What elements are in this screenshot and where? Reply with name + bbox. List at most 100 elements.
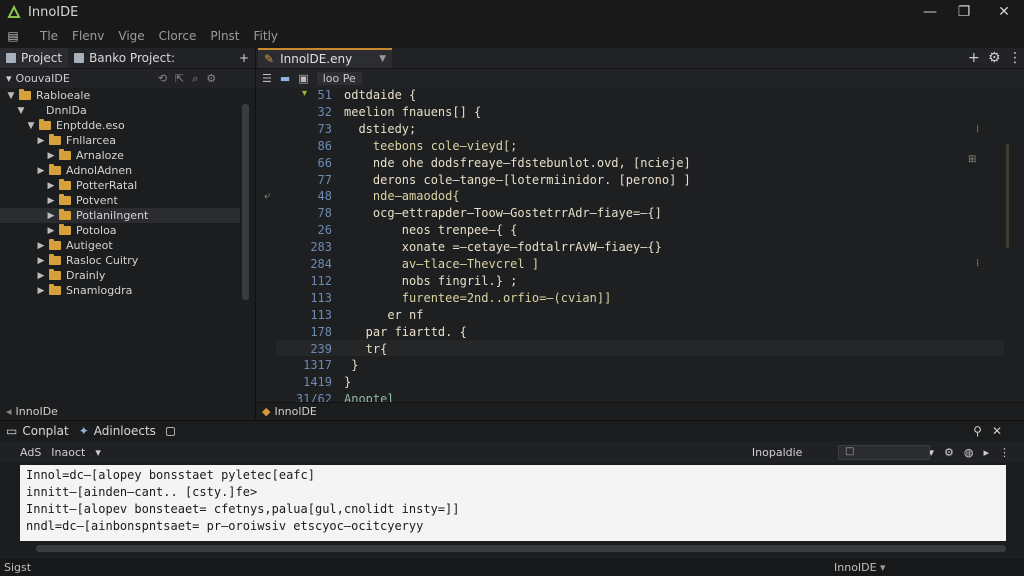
expand-arrow-icon[interactable]: ▶ (46, 181, 56, 191)
list-icon[interactable]: ☰ (262, 72, 272, 85)
tree-item[interactable]: ▶ Autigeot (0, 238, 240, 253)
expand-arrow-icon[interactable]: ▶ (36, 271, 46, 281)
tree-item[interactable]: ▶ AdnolAdnen (0, 163, 240, 178)
code-line[interactable]: odtdaide { (344, 88, 416, 102)
tree-vertical-scrollbar[interactable] (242, 104, 249, 300)
editor-tab[interactable]: ✎ InnolDE.eny ▼ (258, 48, 392, 68)
tree-item[interactable]: ▶ Potoloa (0, 223, 240, 238)
settings-icon[interactable]: ⚙ (944, 446, 954, 459)
add-icon[interactable]: + (968, 48, 980, 68)
expand-arrow-icon[interactable]: ▶ (36, 286, 46, 296)
menu-item[interactable]: Fitly (254, 29, 279, 43)
code-area[interactable]: odtdaide { meelion fnauens[] { dstiedy; t… (344, 88, 984, 406)
menu-item[interactable]: Tle (40, 29, 58, 43)
app-menu-icon[interactable]: ▤ (0, 24, 26, 48)
expand-arrow-icon[interactable]: ▶ (36, 241, 46, 251)
collapse-icon[interactable]: ⇱ (175, 72, 184, 85)
chevron-down-icon[interactable]: ▼ (379, 54, 386, 64)
tab-console[interactable]: ▭ Conplat (6, 424, 69, 438)
console-line[interactable]: Innol=dc—[alopey bonsstaet pyletec[eafc] (26, 467, 1000, 484)
expand-arrow-icon[interactable]: ▶ (36, 256, 46, 266)
console-filter-input[interactable]: □ (838, 445, 930, 460)
tree-item[interactable]: ▼ DnnlDa (0, 103, 240, 118)
tree-item[interactable]: ▶ PotterRatal (0, 178, 240, 193)
code-line[interactable]: neos trenpee—{ { (344, 223, 518, 237)
tree-item[interactable]: ▶ Drainly (0, 268, 240, 283)
menu-item[interactable]: Plnst (210, 29, 239, 43)
more-icon[interactable]: ⋮ (1008, 48, 1022, 68)
gear-icon[interactable]: ⚙ (988, 48, 1001, 68)
tree-item[interactable]: ▶ Arnaloze (0, 148, 240, 163)
console-mode-label[interactable]: Inopaldie (752, 446, 803, 459)
menu-item[interactable]: Clorce (159, 29, 197, 43)
settings-icon[interactable]: ⚙ (206, 72, 216, 85)
expand-arrow-icon[interactable]: ▼ (6, 91, 16, 101)
code-line[interactable]: nde ohe dodsfreaye—fdstebunlot.ovd, [nci… (344, 156, 691, 170)
code-line[interactable]: xonate =—cetaye—fodtalrrAvW—fiaey—{} (344, 240, 662, 254)
code-line[interactable]: furentee=2nd..orfio=—(cvian]] (344, 291, 612, 305)
tree-item[interactable]: ▼ Enptdde.eso (0, 118, 240, 133)
tree-item[interactable]: ▶ Rasloc Cuitry (0, 253, 240, 268)
tree-item[interactable]: ▼ Rabloeale (0, 88, 240, 103)
chevron-right-icon[interactable]: ▸ (983, 446, 989, 459)
tree-item[interactable]: ▶ PotlaniIngent (0, 208, 240, 223)
tab-adinloects[interactable]: ✦ Adinloects (79, 424, 156, 438)
line-number: 112 (310, 273, 332, 288)
console-line[interactable]: Innitt—[alopev bonsteaet= cfetnys,palua[… (26, 501, 1000, 518)
console-horizontal-scrollbar[interactable] (36, 545, 1006, 552)
close-panel-icon[interactable]: ✕ (992, 424, 1002, 438)
chevron-down-icon[interactable]: ▾ (95, 446, 101, 459)
sync-icon[interactable]: ⟲ (158, 72, 167, 85)
code-line[interactable]: nobs fingril.} ; (344, 274, 518, 288)
close-button[interactable]: ✕ (986, 0, 1022, 24)
expand-arrow-icon[interactable]: ▼ (26, 121, 36, 131)
pin-icon[interactable]: ⚲ (973, 424, 982, 438)
expand-arrow-icon[interactable]: ▶ (36, 136, 46, 146)
globe-icon[interactable]: ◍ (964, 446, 974, 459)
fold-icon[interactable]: ⤶ (264, 188, 271, 203)
console-scope-label[interactable]: Inaoct (51, 446, 85, 459)
code-line[interactable]: } (344, 375, 351, 389)
add-panel-button[interactable]: + (233, 48, 255, 68)
folder-icon[interactable]: ▬ (280, 72, 290, 85)
project-selector[interactable]: ▾ OouvaIDE (6, 72, 70, 85)
console-line[interactable]: innitt—[ainden—cant.. [csty.]fe> (26, 484, 1000, 501)
code-line[interactable]: meelion fnauens[] { (344, 105, 481, 119)
console-line[interactable]: nndl=dc—[ainbonspntsaet= pr—oroiwsiv ets… (26, 518, 1000, 535)
console-filter-label[interactable]: AdS (20, 446, 41, 459)
code-line[interactable]: nde—amaodod{ (344, 189, 460, 203)
expand-arrow-icon[interactable]: ▶ (46, 196, 56, 206)
expand-arrow-icon[interactable]: ▶ (46, 151, 56, 161)
expand-arrow-icon[interactable]: ▼ (16, 106, 26, 116)
split-icon[interactable]: ▣ (298, 72, 308, 85)
menu-item[interactable]: Flenv (72, 29, 104, 43)
code-line[interactable]: tr{ (344, 342, 388, 356)
tree-item[interactable]: ▶ Potvent (0, 193, 240, 208)
code-line[interactable]: er nf (344, 308, 423, 322)
tab-banko-project[interactable]: Banko Project: (68, 48, 181, 68)
expand-arrow-icon[interactable]: ▶ (36, 166, 46, 176)
editor-vertical-scrollbar[interactable] (1006, 144, 1009, 248)
panel-toggle-icon[interactable] (165, 426, 175, 436)
console-output[interactable]: Innol=dc—[alopey bonsstaet pyletec[eafc]… (20, 465, 1006, 541)
editor-breadcrumb[interactable]: loo Pe (316, 72, 362, 85)
expand-arrow-icon[interactable]: ▶ (46, 211, 56, 221)
code-line[interactable]: ocg—ettrapder—Toow—GostetrrAdr—fiaye=—{] (344, 206, 662, 220)
code-line[interactable]: derons cole—tange—[lotermiinidor. [peron… (344, 173, 691, 187)
code-line[interactable]: teebons cole—vieyd[; (344, 139, 518, 153)
tab-project[interactable]: Project (0, 48, 69, 68)
code-line[interactable]: } (344, 358, 358, 372)
chevron-down-icon[interactable]: ▾ (880, 561, 886, 574)
code-line[interactable]: par fiarttd. { (344, 325, 467, 339)
code-line[interactable]: dstiedy; (344, 122, 416, 136)
more-icon[interactable]: ⋮ (999, 446, 1010, 459)
minimize-button[interactable]: — (912, 0, 948, 24)
code-line[interactable]: av—tlace—Thevcrel ] (344, 257, 539, 271)
search-icon[interactable]: ⌕ (192, 72, 198, 86)
tree-item[interactable]: ▶ Fnllarcea (0, 133, 240, 148)
expand-arrow-icon[interactable]: ▶ (46, 226, 56, 236)
menu-item[interactable]: Vige (118, 29, 144, 43)
tree-item[interactable]: ▶ Snamlogdra (0, 283, 240, 298)
status-right[interactable]: InnoIDE (834, 561, 877, 574)
maximize-button[interactable]: ❐ (946, 0, 982, 24)
